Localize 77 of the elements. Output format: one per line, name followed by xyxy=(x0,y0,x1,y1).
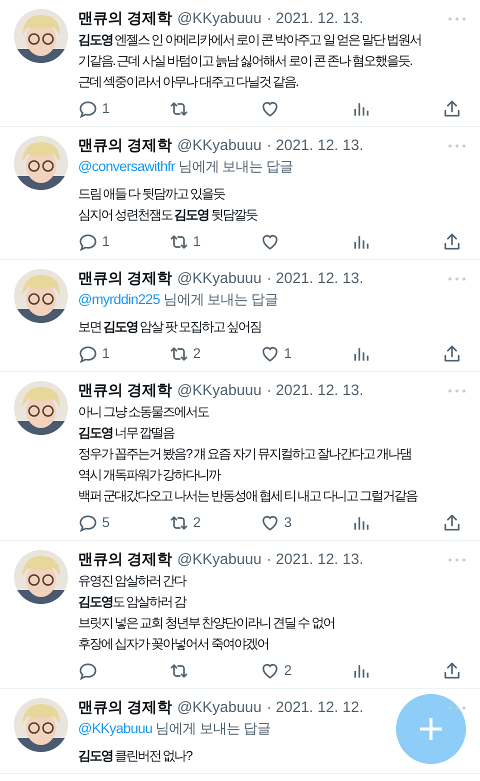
share-icon xyxy=(442,660,462,680)
reply-icon xyxy=(78,232,98,252)
tweet-text: 정우가 꼽주는거 봤음? 걔 요즘 자기 뮤지컬하고 잘나간다고 개나댐 xyxy=(78,445,412,463)
tweet-date: · 2021. 12. 13. xyxy=(266,381,364,401)
mention-link[interactable]: @myrddin225 xyxy=(78,291,160,307)
share-icon xyxy=(442,344,462,364)
tweet-text: 심지어 성련천잼도 김도영 뒷담깔듯 xyxy=(78,206,257,224)
reply-count: 1 xyxy=(102,232,110,251)
avatar-icon xyxy=(14,698,68,752)
avatar-icon xyxy=(14,550,68,604)
user-name: 맨큐의 경제학 xyxy=(78,698,172,718)
reply-button[interactable] xyxy=(78,98,98,118)
tweet-date: · 2021. 12. 12. xyxy=(266,698,364,718)
share-icon xyxy=(442,232,462,252)
user-name: 맨큐의 경제학 xyxy=(78,136,172,156)
mention-link[interactable]: @KKyabuuu xyxy=(78,720,152,736)
share-icon xyxy=(442,512,462,532)
retweet-count: 2 xyxy=(193,344,201,363)
tweet-text: 김도영도 암살하러 감 xyxy=(78,593,186,611)
avatar-icon xyxy=(14,9,68,63)
reply-icon xyxy=(78,344,98,364)
reply-count: 5 xyxy=(102,513,110,532)
tweet-text: 김도영 너무 깝떨음 xyxy=(78,424,174,442)
tweet-text: 역시 개독파워가 강하다니까 xyxy=(78,466,220,484)
share-button[interactable] xyxy=(442,660,462,680)
avatar-icon xyxy=(14,136,68,190)
tweet-date: · 2021. 12. 13. xyxy=(266,550,364,570)
tweet-text: 백퍼 군대갔다오고 나서는 반동성애 협세 티 내고 다니고 그럴거같음 xyxy=(78,487,417,505)
user-handle: @KKyabuuu xyxy=(177,269,262,289)
tweet-text: 브릿지 넣은 교회 청년부 찬양단이라니 견딜 수 없어 xyxy=(78,614,334,632)
reply-context: @conversawithfr 님에게 보내는 답글 xyxy=(78,157,294,176)
mention-link[interactable]: @conversawithfr xyxy=(78,158,175,174)
tweet-text: 보면 김도영 암살 팟 모집하고 싶어짐 xyxy=(78,318,262,336)
tweet-date: · 2021. 12. 13. xyxy=(266,269,364,289)
avatar-icon xyxy=(14,381,68,435)
reply-count: 1 xyxy=(102,99,110,118)
share-button[interactable] xyxy=(442,344,462,364)
like-count: 3 xyxy=(284,513,292,532)
avatar-icon xyxy=(14,269,68,323)
user-name: 맨큐의 경제학 xyxy=(78,381,172,401)
tweet-text: 김도영 클린버전 없나? xyxy=(78,747,192,765)
user-name: 맨큐의 경제학 xyxy=(78,269,172,289)
tweet-text: 드림 애들 다 뒷담까고 있을듯 xyxy=(78,185,224,203)
tweet-text: 후장에 십자가 꽂아넣어서 죽여야겠어 xyxy=(78,635,268,653)
reply-context: @myrddin225 님에게 보내는 답글 xyxy=(78,290,278,309)
share-button[interactable] xyxy=(442,98,462,118)
reply-icon xyxy=(78,98,98,118)
reply-button[interactable] xyxy=(78,660,98,680)
reply-button[interactable] xyxy=(78,232,98,252)
tweet-text: 김도영 엔젤스 인 아메리카에서 로이 콘 박아주고 일 얻은 말단 법원서 xyxy=(78,31,422,49)
retweet-count: 2 xyxy=(193,513,201,532)
user-handle: @KKyabuuu xyxy=(177,550,262,570)
tweet-text: 근데 섹중이라서 아무나 대주고 다닐것 같음. xyxy=(78,73,298,91)
reply-context: @KKyabuuu 님에게 보내는 답글 xyxy=(78,719,270,738)
reply-button[interactable] xyxy=(78,344,98,364)
reply-icon xyxy=(78,512,98,532)
user-handle: @KKyabuuu xyxy=(177,9,262,29)
tweet-text: 유영진 암살하러 간다 xyxy=(78,572,186,590)
like-count: 1 xyxy=(284,344,292,363)
reply-count: 1 xyxy=(102,344,110,363)
user-handle: @KKyabuuu xyxy=(177,381,262,401)
plus-icon xyxy=(418,716,444,742)
share-button[interactable] xyxy=(442,512,462,532)
tweet-date: · 2021. 12. 13. xyxy=(266,136,364,156)
tweet-date: · 2021. 12. 13. xyxy=(266,9,364,29)
tweet-text: 아니 그냥 소동물즈에서도 xyxy=(78,403,209,421)
user-name: 맨큐의 경제학 xyxy=(78,9,172,29)
tweet-text: 기같음. 근데 사실 바텀이고 늙남 싫어해서 로이 콘 존나 혐오했을듯. xyxy=(78,52,412,70)
like-count: 2 xyxy=(284,661,292,680)
share-icon xyxy=(442,98,462,118)
user-handle: @KKyabuuu xyxy=(177,136,262,156)
share-button[interactable] xyxy=(442,232,462,252)
reply-icon xyxy=(78,660,98,680)
user-handle: @KKyabuuu xyxy=(177,698,262,718)
user-name: 맨큐의 경제학 xyxy=(78,550,172,570)
retweet-count: 1 xyxy=(193,232,201,251)
reply-button[interactable] xyxy=(78,512,98,532)
